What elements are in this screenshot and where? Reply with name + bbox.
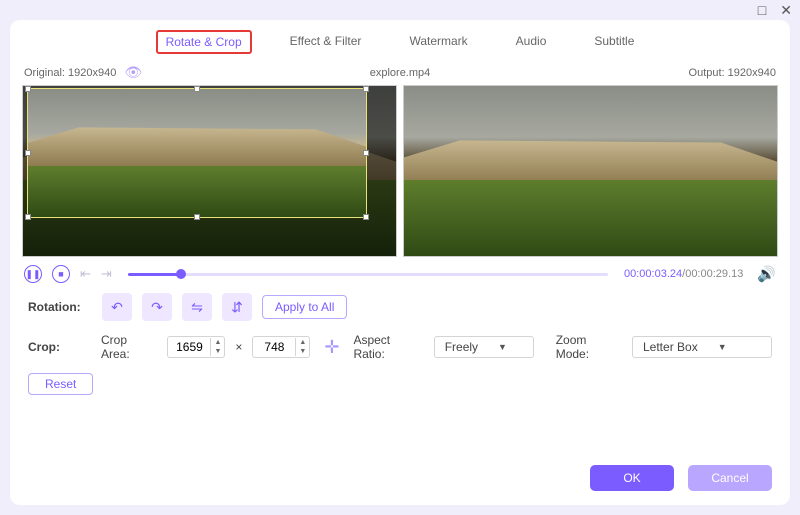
aspect-ratio-select[interactable]: Freely▼	[434, 336, 534, 358]
zoom-mode-select[interactable]: Letter Box▼	[632, 336, 772, 358]
crop-width-stepper[interactable]: ▲▼	[167, 336, 225, 358]
time-display: 00:00:03.24/00:00:29.13	[624, 268, 743, 280]
maximize-button[interactable]: □	[758, 2, 766, 18]
reset-button[interactable]: Reset	[28, 373, 93, 395]
output-size-label: Output: 1920x940	[525, 67, 776, 79]
flip-horizontal-button[interactable]: ⇋	[182, 293, 212, 321]
crop-handle-tm[interactable]	[194, 86, 200, 92]
crop-handle-tl[interactable]	[25, 86, 31, 92]
tab-rotate-crop[interactable]: Rotate & Crop	[156, 30, 252, 54]
stop-button[interactable]: ■	[52, 265, 70, 283]
dimension-separator: ×	[235, 340, 242, 354]
close-button[interactable]: ✕	[780, 2, 792, 19]
crop-handle-br[interactable]	[363, 214, 369, 220]
tab-effect-filter[interactable]: Effect & Filter	[280, 30, 372, 54]
seek-thumb[interactable]	[176, 269, 186, 279]
next-frame-button[interactable]: ⇥	[101, 266, 112, 282]
original-size-label: Original: 1920x940	[24, 67, 116, 79]
zoom-mode-label: Zoom Mode:	[556, 333, 622, 361]
crop-height-stepper[interactable]: ▲▼	[252, 336, 310, 358]
rotate-left-button[interactable]: ↶	[102, 293, 132, 321]
tab-watermark[interactable]: Watermark	[399, 30, 477, 54]
output-preview	[403, 85, 778, 257]
crop-height-down[interactable]: ▼	[296, 347, 309, 356]
prev-frame-button[interactable]: ⇤	[80, 266, 91, 282]
preview-toggle-icon[interactable]: 👁	[124, 64, 142, 81]
crop-height-input[interactable]	[253, 339, 295, 355]
crop-handle-bl[interactable]	[25, 214, 31, 220]
editor-window: Rotate & Crop Effect & Filter Watermark …	[10, 20, 790, 505]
rotation-label: Rotation:	[28, 300, 92, 314]
crop-width-input[interactable]	[168, 339, 210, 355]
crop-handle-bm[interactable]	[194, 214, 200, 220]
crop-area-label: Crop Area:	[101, 333, 157, 361]
tab-audio[interactable]: Audio	[506, 30, 557, 54]
crop-handle-ml[interactable]	[25, 150, 31, 156]
chevron-down-icon: ▼	[718, 342, 727, 352]
crop-width-down[interactable]: ▼	[211, 347, 224, 356]
ok-button[interactable]: OK	[590, 465, 674, 491]
crop-rectangle[interactable]	[27, 88, 367, 218]
volume-icon[interactable]: 🔊	[757, 265, 776, 283]
source-preview[interactable]	[22, 85, 397, 257]
chevron-down-icon: ▼	[498, 342, 507, 352]
rotate-right-button[interactable]: ↷	[142, 293, 172, 321]
crop-handle-mr[interactable]	[363, 150, 369, 156]
flip-vertical-button[interactable]: ⇵	[222, 293, 252, 321]
tab-bar: Rotate & Crop Effect & Filter Watermark …	[10, 20, 790, 62]
aspect-ratio-label: Aspect Ratio:	[353, 333, 423, 361]
cancel-button[interactable]: Cancel	[688, 465, 772, 491]
filename-label: explore.mp4	[275, 67, 526, 79]
crop-handle-tr[interactable]	[363, 86, 369, 92]
crop-height-up[interactable]: ▲	[296, 338, 309, 347]
apply-to-all-button[interactable]: Apply to All	[262, 295, 347, 319]
seek-bar[interactable]	[128, 273, 608, 276]
tab-subtitle[interactable]: Subtitle	[584, 30, 644, 54]
crop-width-up[interactable]: ▲	[211, 338, 224, 347]
center-crop-icon[interactable]: ✛	[324, 337, 339, 358]
crop-label: Crop:	[28, 340, 91, 354]
pause-button[interactable]: ❚❚	[24, 265, 42, 283]
